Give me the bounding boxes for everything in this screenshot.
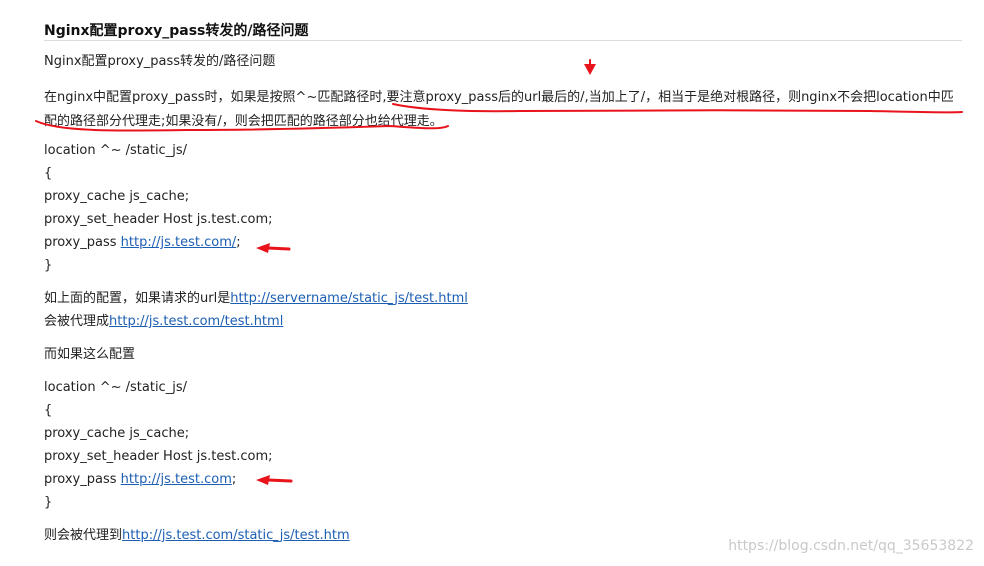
code2-location: location ^~ /static_js/: [44, 380, 187, 395]
left-arrow-icon-1: [256, 243, 291, 253]
code2-pass-suffix: ;: [231, 472, 237, 487]
example-line-2-text: 会被代理成: [44, 314, 110, 329]
example-line-1-text: 如上面的配置，如果请求的url是: [44, 291, 231, 306]
csdn-watermark: https://blog.csdn.net/qq_35653822: [728, 538, 974, 554]
code2-pass-link[interactable]: http://js.test.com: [121, 472, 232, 487]
article-title: Nginx配置proxy_pass转发的/路径问题: [44, 23, 309, 39]
code2-proxy-header: proxy_set_header Host js.test.com;: [44, 449, 273, 464]
code1-close-brace: }: [44, 258, 53, 273]
code1-pass-link[interactable]: http://js.test.com/: [121, 235, 237, 250]
code2-open-brace: {: [44, 403, 53, 418]
code1-open-brace: {: [44, 166, 53, 181]
down-arrow-icon: [584, 64, 596, 75]
code2-close-brace: }: [44, 495, 53, 510]
code1-proxy-cache: proxy_cache js_cache;: [44, 189, 190, 204]
explanation-paragraph: 在nginx中配置proxy_pass时，如果是按照^~匹配路径时,要注意pro…: [44, 90, 954, 129]
result-line: 则会被代理到http://js.test.com/static_js/test.…: [44, 527, 350, 545]
example-proxied-link[interactable]: http://js.test.com/test.html: [109, 314, 283, 329]
code1-pass-prefix: proxy_pass: [44, 235, 121, 250]
example-line-1: 如上面的配置，如果请求的url是http://servername/static…: [44, 290, 468, 308]
example-request-link[interactable]: http://servername/static_js/test.html: [230, 291, 468, 306]
article-subtitle: Nginx配置proxy_pass转发的/路径问题: [44, 54, 276, 69]
code2-proxy-cache: proxy_cache js_cache;: [44, 426, 190, 441]
code1-proxy-header: proxy_set_header Host js.test.com;: [44, 212, 273, 227]
result-text: 则会被代理到: [44, 528, 123, 543]
result-link[interactable]: http://js.test.com/static_js/test.htm: [122, 528, 350, 543]
transition-text: 而如果这么配置: [44, 347, 136, 362]
code1-location: location ^~ /static_js/: [44, 143, 187, 158]
left-arrow-icon-2: [256, 475, 293, 485]
example-line-2: 会被代理成http://js.test.com/test.html: [44, 313, 283, 331]
title-divider: [44, 40, 962, 41]
code1-pass-suffix: ;: [236, 235, 241, 250]
code2-pass-prefix: proxy_pass: [44, 472, 121, 487]
code1-proxy-pass: proxy_pass http://js.test.com/;: [44, 234, 241, 252]
code2-proxy-pass: proxy_pass http://js.test.com;: [44, 471, 236, 489]
article-page: Nginx配置proxy_pass转发的/路径问题 Nginx配置proxy_p…: [0, 0, 984, 566]
